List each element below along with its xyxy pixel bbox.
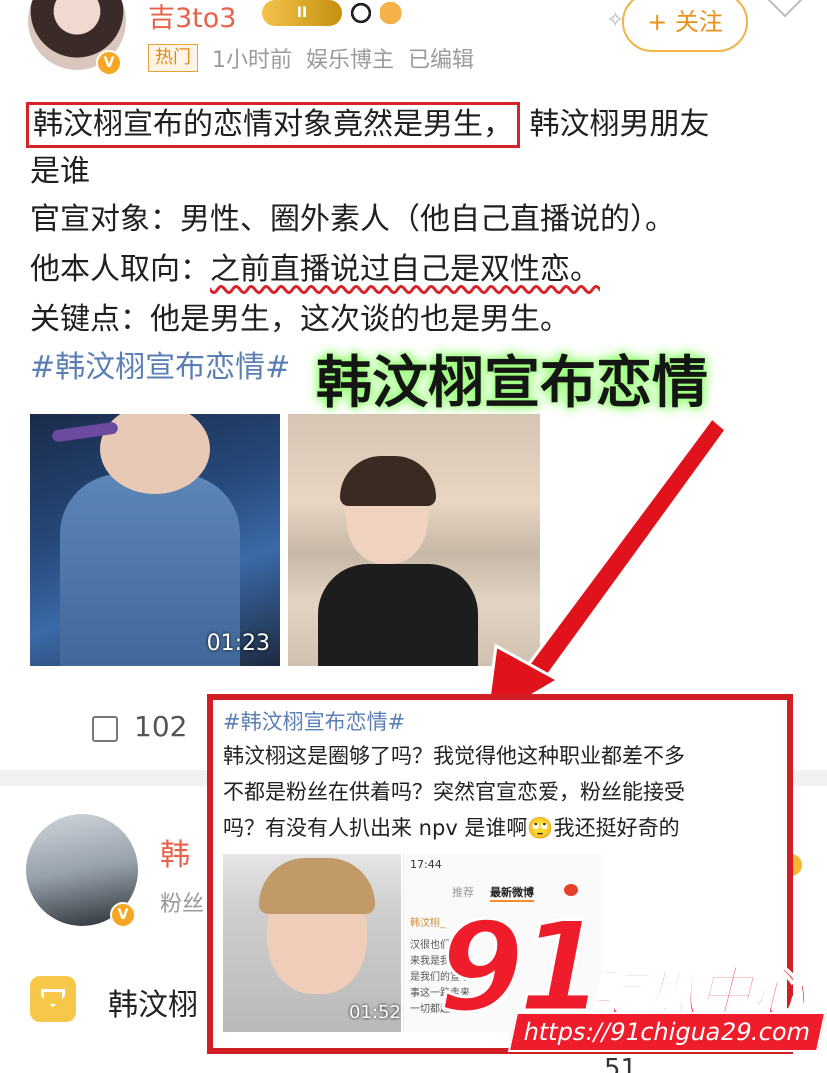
second-author-fans: 粉丝 [160,892,205,917]
post-line-3: 官宣对象：男性、圈外素人（他自己直播说的）。 [30,202,675,237]
video-duration: 01:23 [206,631,270,656]
watermark-url: https://91chigua29.com [507,1012,827,1052]
person-body [318,564,478,666]
verified-icon: V [110,902,136,928]
highlighted-headline: 韩汶栩宣布的恋情对象竟然是男生， [26,102,520,148]
headline-rest: 韩汶栩男朋友 [529,107,710,142]
second-author-name[interactable]: 韩 [160,830,190,874]
chevron-down-icon[interactable] [766,0,804,18]
fish-icon [380,0,406,26]
topic-hashtag[interactable]: #韩汶栩宣布恋情# [30,350,290,385]
post-meta: 热门 1小时前 娱乐博主 已编辑 [148,42,474,74]
wavy-underlined-text: 之前直播说过自己是双性恋。 [210,252,600,287]
panda-icon [348,0,374,26]
post-line-4: 他本人取向：之前直播说过自己是双性恋。 [30,250,600,290]
inset-text-line: 吗？有没有人扒出来 npv 是谁啊🙄我还挺好奇的 [223,816,680,840]
inset-video-thumbnail[interactable]: 01:52 [223,854,401,1032]
post-line-2: 是谁 [30,154,90,189]
phone-status-time: 17:44 [410,858,442,871]
post-line-1: 韩汶栩宣布的恋情对象竟然是男生， 韩汶栩男朋友 [26,102,710,148]
inset-hashtag[interactable]: #韩汶栩宣布恋情# [223,706,405,736]
follow-button[interactable]: + 关注 [622,0,748,52]
vip-level-badge: II [262,0,342,26]
share-count[interactable]: 102 [134,710,187,743]
hashtag-line[interactable]: #韩汶栩宣布恋情# [30,348,290,388]
inset-text-line: 韩汶栩这是圈够了吗？我觉得他这种职业都差不多 [223,744,685,768]
person-hair [340,456,436,506]
inset-video-duration: 01:52 [349,1002,401,1023]
post-time: 1小时前 [212,48,292,73]
bottom-partial-text: 51 [604,1054,638,1073]
verified-icon: V [96,50,122,76]
hot-tag: 热门 [148,44,198,72]
author-name[interactable]: 吉3to3 [148,0,236,35]
author-role: 娱乐博主 [306,48,395,73]
share-icon[interactable] [92,716,118,742]
overlay-title: 韩汶栩宣布恋情 [316,351,708,416]
weibo-icon [564,884,578,896]
second-post-text: 韩汶栩 [108,988,198,1023]
edited-label: 已编辑 [408,48,475,73]
person-hair [259,858,375,914]
inset-text-line: 不都是粉丝在供着吗？突然官宣恋爱，粉丝能接受 [223,780,685,804]
photo-thumbnail[interactable] [288,414,540,666]
author-badges: II [262,0,406,26]
orientation-label: 他本人取向： [30,252,210,287]
post-line-5: 关键点：他是男生，这次谈的也是男生。 [30,302,570,337]
video-thumbnail[interactable]: 01:23 [30,414,280,666]
diamond-icon [30,976,76,1022]
